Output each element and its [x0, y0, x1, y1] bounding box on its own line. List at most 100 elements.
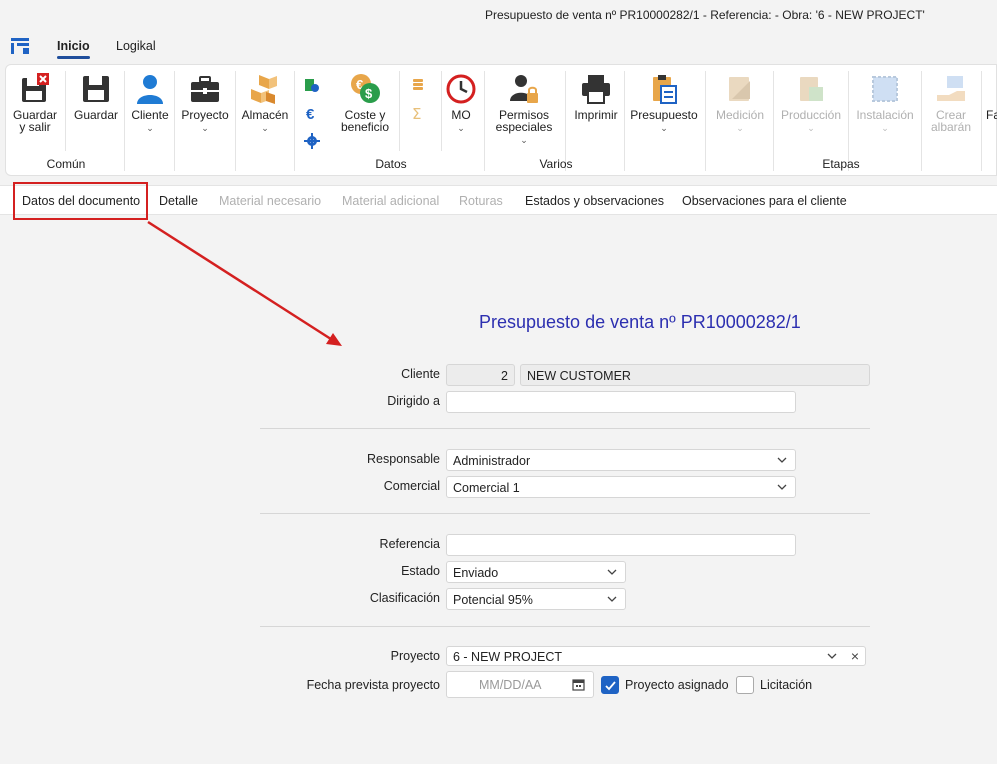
comercial-select[interactable]: Comercial 1	[446, 476, 796, 498]
proyecto-value: 6 - NEW PROJECT	[453, 650, 563, 664]
installation-button[interactable]: Instalación ⌄	[852, 73, 918, 134]
save-label: Guardar	[73, 108, 119, 122]
licitacion-checkbox[interactable]	[736, 676, 754, 694]
money-chart-icon[interactable]	[304, 77, 320, 93]
chevron-down-icon	[777, 457, 787, 463]
ribbon-separator	[565, 71, 566, 171]
proyecto-select[interactable]: 6 - NEW PROJECT ×	[446, 646, 866, 666]
chevron-down-icon: ⌄	[807, 123, 815, 133]
chevron-down-icon: ⌄	[660, 123, 668, 133]
chevron-down-icon: ⌄	[201, 123, 209, 133]
responsable-select[interactable]: Administrador	[446, 449, 796, 471]
clasificacion-select[interactable]: Potencial 95%	[446, 588, 626, 610]
briefcase-icon	[191, 76, 219, 102]
project-button[interactable]: Proyecto ⌄	[178, 73, 232, 134]
divider	[260, 626, 870, 627]
chevron-down-icon	[607, 596, 617, 602]
save-exit-label: Guardar y salir	[12, 108, 58, 134]
ribbon-separator	[235, 71, 236, 171]
responsable-label: Responsable	[367, 452, 440, 466]
tab-observaciones-cliente[interactable]: Observaciones para el cliente	[682, 194, 847, 208]
cost-benefit-label: Coste y beneficio	[340, 108, 390, 134]
production-icon	[800, 77, 823, 101]
ribbon-separator	[294, 71, 295, 171]
sum-icon[interactable]: Σ	[410, 105, 426, 121]
ribbon-separator	[399, 71, 400, 151]
cut-off-button[interactable]: Fa	[986, 109, 997, 121]
chevron-down-icon[interactable]	[827, 651, 837, 661]
licitacion-label: Licitación	[760, 678, 813, 692]
app-logo-icon[interactable]	[11, 38, 29, 54]
cost-benefit-button[interactable]: € $ Coste y beneficio	[334, 73, 396, 133]
coins-stack-icon[interactable]	[410, 77, 426, 93]
chevron-down-icon: ⌄	[736, 123, 744, 133]
production-button[interactable]: Producción ⌄	[778, 73, 844, 134]
cliente-label: Cliente	[401, 367, 440, 381]
cliente-code-field[interactable]: 2	[446, 364, 515, 386]
coins-icon: € $	[351, 74, 380, 103]
chevron-down-icon: ⌄	[520, 135, 528, 145]
printer-icon	[582, 75, 610, 104]
referencia-input[interactable]	[446, 534, 796, 556]
form-title: Presupuesto de venta nº PR10000282/1	[479, 312, 801, 332]
cliente-name-field[interactable]: NEW CUSTOMER	[520, 364, 870, 386]
print-button[interactable]: Imprimir	[570, 73, 622, 121]
boxes-icon	[251, 75, 277, 104]
tab-roturas[interactable]: Roturas	[459, 194, 503, 208]
save-icon	[83, 76, 109, 102]
tab-detalle[interactable]: Detalle	[159, 194, 198, 208]
gear-icon[interactable]	[304, 133, 320, 149]
dirigido-a-input[interactable]	[446, 391, 796, 413]
client-label: Cliente	[131, 108, 169, 122]
user-lock-icon	[510, 75, 538, 103]
estado-select[interactable]: Enviado	[446, 561, 626, 583]
menu-tab-logikal[interactable]: Logikal	[116, 39, 156, 53]
svg-text:€: €	[306, 106, 315, 121]
special-permissions-button[interactable]: Permisos especiales ⌄	[488, 73, 560, 146]
ribbon-group-varios: Varios	[539, 157, 573, 171]
clasificacion-value: Potencial 95%	[453, 593, 533, 607]
clear-icon[interactable]: ×	[851, 648, 859, 664]
ribbon-separator	[981, 71, 982, 171]
divider	[260, 513, 870, 514]
chevron-down-icon: ⌄	[146, 123, 154, 133]
tab-material-necesario[interactable]: Material necesario	[219, 194, 321, 208]
highlight-box	[13, 182, 148, 220]
document-tab-bar: Datos del documento Detalle Material nec…	[0, 185, 997, 215]
fecha-prevista-input[interactable]: MM/DD/AA	[446, 671, 594, 698]
measurement-button[interactable]: Medición ⌄	[710, 73, 770, 134]
save-button[interactable]: Guardar	[70, 73, 122, 121]
create-delivery-note-button[interactable]: Crear albarán	[926, 73, 976, 133]
tab-material-adicional[interactable]: Material adicional	[342, 194, 439, 208]
tab-estados-observaciones[interactable]: Estados y observaciones	[525, 194, 664, 208]
menu-bar: Inicio Logikal	[0, 30, 997, 62]
ribbon-separator	[124, 71, 125, 171]
mo-button[interactable]: MO ⌄	[444, 73, 478, 134]
comercial-value: Comercial 1	[453, 481, 520, 495]
warehouse-button[interactable]: Almacén ⌄	[239, 73, 291, 134]
user-icon	[137, 75, 163, 104]
chevron-down-icon: ⌄	[261, 123, 269, 133]
save-and-exit-button[interactable]: Guardar y salir	[10, 73, 60, 133]
menu-tab-inicio[interactable]: Inicio	[57, 39, 90, 59]
divider	[260, 428, 870, 429]
proyecto-asignado-label: Proyecto asignado	[625, 678, 729, 692]
calendar-icon[interactable]	[572, 678, 585, 691]
chevron-down-icon: ⌄	[457, 123, 465, 133]
proyecto-asignado-checkbox[interactable]	[601, 676, 619, 694]
create-delivery-note-label: Crear albarán	[930, 108, 972, 134]
client-button[interactable]: Cliente ⌄	[128, 73, 172, 134]
ribbon-group-datos: Datos	[375, 157, 407, 171]
window-frame-icon	[872, 76, 898, 102]
ribbon-separator	[624, 71, 625, 171]
ribbon-separator	[773, 71, 774, 171]
euro-icon[interactable]: €	[304, 105, 320, 121]
chevron-down-icon	[777, 484, 787, 490]
clasificacion-label: Clasificación	[369, 591, 440, 605]
clock-icon	[446, 74, 476, 104]
svg-text:Σ: Σ	[412, 105, 421, 121]
ribbon-separator	[484, 71, 485, 171]
fecha-prevista-placeholder: MM/DD/AA	[479, 678, 542, 692]
estado-value: Enviado	[453, 566, 499, 580]
budget-button[interactable]: Presupuesto ⌄	[628, 73, 700, 134]
